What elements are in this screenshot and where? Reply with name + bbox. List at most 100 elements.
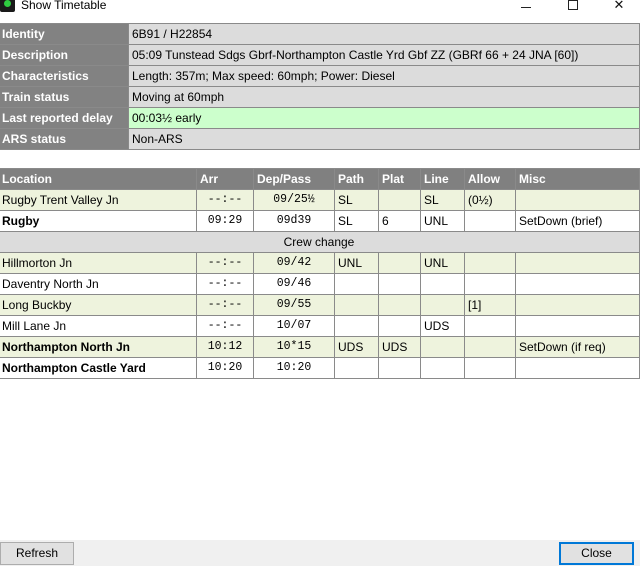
cell-location: Rugby Trent Valley Jn bbox=[0, 189, 197, 211]
column-header-misc[interactable]: Misc bbox=[515, 168, 640, 190]
info-value: Non-ARS bbox=[128, 128, 640, 150]
table-row[interactable]: Hillmorton Jn --:-- 09/42 UNL UNL bbox=[0, 252, 640, 274]
cell-line: UNL bbox=[420, 210, 465, 232]
cell-arr: 10:20 bbox=[196, 357, 254, 379]
cell-dep: 09/55 bbox=[253, 294, 335, 316]
cell-dep: 10*15 bbox=[253, 336, 335, 358]
cell-dep: 09/42 bbox=[253, 252, 335, 274]
info-key: Characteristics bbox=[0, 65, 129, 87]
cell-plat bbox=[378, 357, 421, 379]
cell-location: Long Buckby bbox=[0, 294, 197, 316]
column-header-arr[interactable]: Arr bbox=[196, 168, 254, 190]
info-key: Description bbox=[0, 44, 129, 66]
info-value: 05:09 Tunstead Sdgs Gbrf-Northampton Cas… bbox=[128, 44, 640, 66]
info-row-identity: Identity 6B91 / H22854 bbox=[0, 23, 640, 45]
train-info-table: Identity 6B91 / H22854 Description 05:09 T… bbox=[0, 23, 640, 150]
crew-change-label: Crew change bbox=[0, 231, 640, 253]
cell-allow bbox=[464, 252, 516, 274]
cell-allow: (0½) bbox=[464, 189, 516, 211]
info-row-train-status: Train status Moving at 60mph bbox=[0, 86, 640, 108]
column-header-location[interactable]: Location bbox=[0, 168, 197, 190]
cell-line bbox=[420, 294, 465, 316]
cell-location: Mill Lane Jn bbox=[0, 315, 197, 337]
cell-plat bbox=[378, 273, 421, 295]
minimize-icon bbox=[521, 6, 531, 8]
info-key: Last reported delay bbox=[0, 107, 129, 129]
cell-line: UNL bbox=[420, 252, 465, 274]
cell-dep: 09d39 bbox=[253, 210, 335, 232]
refresh-button[interactable]: Refresh bbox=[0, 542, 74, 565]
minimize-button[interactable] bbox=[503, 0, 549, 13]
info-key: ARS status bbox=[0, 128, 129, 150]
cell-line: SL bbox=[420, 189, 465, 211]
crew-change-row[interactable]: Crew change bbox=[0, 231, 640, 253]
timetable-panel: Identity 6B91 / H22854 Description 05:09 T… bbox=[0, 13, 640, 540]
cell-arr: --:-- bbox=[196, 315, 254, 337]
cell-arr: --:-- bbox=[196, 189, 254, 211]
close-icon: ✕ bbox=[613, 0, 625, 12]
cell-allow bbox=[464, 273, 516, 295]
column-header-path[interactable]: Path bbox=[334, 168, 379, 190]
cell-location: Hillmorton Jn bbox=[0, 252, 197, 274]
info-key: Train status bbox=[0, 86, 129, 108]
cell-allow bbox=[464, 336, 516, 358]
cell-dep: 10/07 bbox=[253, 315, 335, 337]
column-header-line[interactable]: Line bbox=[420, 168, 465, 190]
cell-path bbox=[334, 315, 379, 337]
cell-arr: --:-- bbox=[196, 273, 254, 295]
cell-path: UNL bbox=[334, 252, 379, 274]
cell-arr: 10:12 bbox=[196, 336, 254, 358]
timetable-table: Location Arr Dep/Pass Path Plat Line All… bbox=[0, 168, 640, 379]
window-title: Show Timetable bbox=[21, 0, 107, 12]
table-row[interactable]: Daventry North Jn --:-- 09/46 bbox=[0, 273, 640, 295]
table-row[interactable]: Northampton Castle Yard 10:20 10:20 bbox=[0, 357, 640, 379]
table-row[interactable]: Long Buckby --:-- 09/55 [1] bbox=[0, 294, 640, 316]
table-row[interactable]: Northampton North Jn 10:12 10*15 UDS UDS SetD… bbox=[0, 336, 640, 358]
info-key: Identity bbox=[0, 23, 129, 45]
cell-misc bbox=[515, 315, 640, 337]
cell-misc: SetDown (if req) bbox=[515, 336, 640, 358]
cell-path bbox=[334, 294, 379, 316]
cell-arr: --:-- bbox=[196, 294, 254, 316]
cell-location: Rugby bbox=[0, 210, 197, 232]
maximize-icon bbox=[568, 0, 578, 10]
info-row-description: Description 05:09 Tunstead Sdgs Gbrf-Nort… bbox=[0, 44, 640, 66]
maximize-button[interactable] bbox=[550, 0, 596, 13]
column-header-plat[interactable]: Plat bbox=[378, 168, 421, 190]
info-row-characteristics: Characteristics Length: 357m; Max speed: … bbox=[0, 65, 640, 87]
info-value: 6B91 / H22854 bbox=[128, 23, 640, 45]
cell-allow bbox=[464, 210, 516, 232]
cell-plat bbox=[378, 189, 421, 211]
app-icon bbox=[0, 0, 15, 12]
cell-line bbox=[420, 336, 465, 358]
close-window-button[interactable]: ✕ bbox=[596, 0, 640, 13]
cell-line bbox=[420, 273, 465, 295]
cell-allow: [1] bbox=[464, 294, 516, 316]
column-header-dep[interactable]: Dep/Pass bbox=[253, 168, 335, 190]
cell-allow bbox=[464, 315, 516, 337]
table-row[interactable]: Rugby Trent Valley Jn --:-- 09/25½ SL SL (0½) bbox=[0, 189, 640, 211]
cell-line bbox=[420, 357, 465, 379]
cell-misc: SetDown (brief) bbox=[515, 210, 640, 232]
info-value: 00:03½ early bbox=[128, 107, 640, 129]
cell-location: Northampton North Jn bbox=[0, 336, 197, 358]
info-row-last-delay: Last reported delay 00:03½ early bbox=[0, 107, 640, 129]
cell-plat: 6 bbox=[378, 210, 421, 232]
cell-plat bbox=[378, 315, 421, 337]
cell-dep: 10:20 bbox=[253, 357, 335, 379]
cell-arr: --:-- bbox=[196, 252, 254, 274]
cell-misc bbox=[515, 273, 640, 295]
table-header-row: Location Arr Dep/Pass Path Plat Line All… bbox=[0, 168, 640, 190]
info-row-ars-status: ARS status Non-ARS bbox=[0, 128, 640, 150]
button-bar: Refresh Close bbox=[0, 540, 640, 566]
column-header-allow[interactable]: Allow bbox=[464, 168, 516, 190]
cell-plat bbox=[378, 294, 421, 316]
cell-path: SL bbox=[334, 189, 379, 211]
cell-location: Daventry North Jn bbox=[0, 273, 197, 295]
close-button[interactable]: Close bbox=[559, 542, 634, 565]
table-row[interactable]: Mill Lane Jn --:-- 10/07 UDS bbox=[0, 315, 640, 337]
cell-path bbox=[334, 357, 379, 379]
cell-path bbox=[334, 273, 379, 295]
cell-location: Northampton Castle Yard bbox=[0, 357, 197, 379]
table-row[interactable]: Rugby 09:29 09d39 SL 6 UNL SetDown (brief) bbox=[0, 210, 640, 232]
